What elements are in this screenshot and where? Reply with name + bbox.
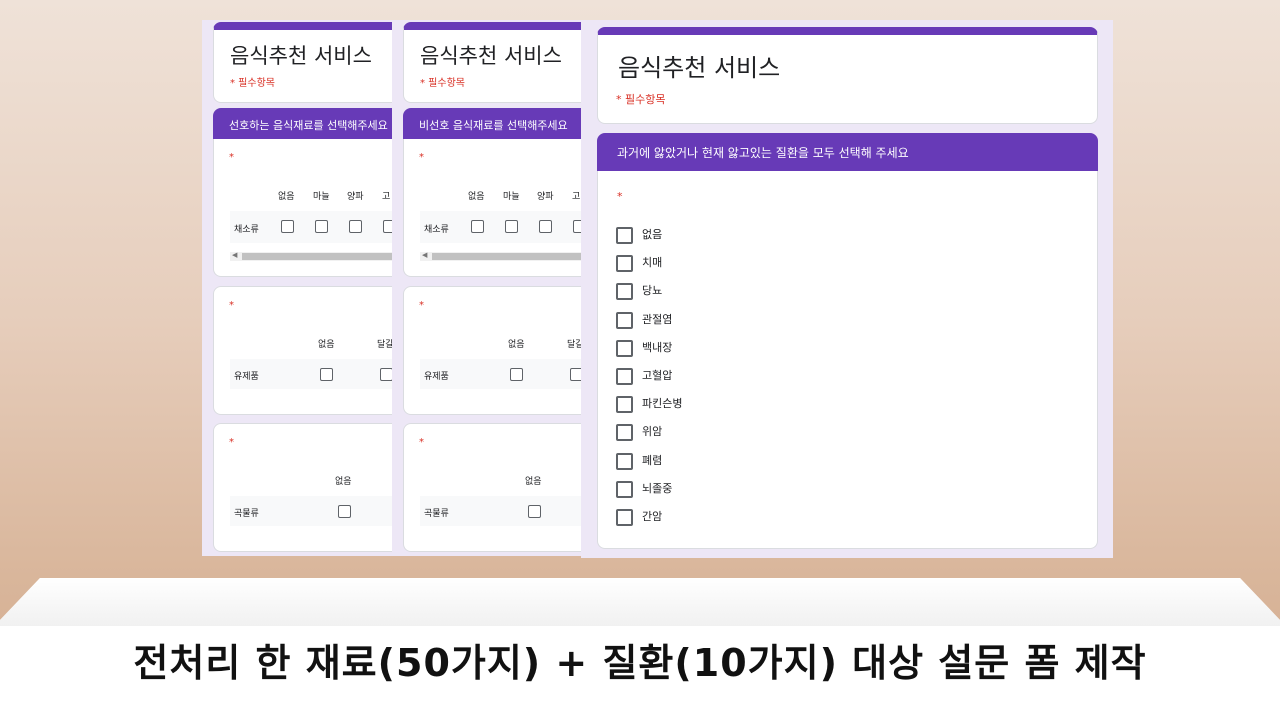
form-title-card: 음식추천 서비스 * 필수항목 [213,22,392,103]
section-header: 과거에 앓았거나 현재 앓고있는 질환을 모두 선택해 주세요 [597,133,1098,171]
grid-checkbox[interactable] [528,505,541,518]
scrollbar-thumb[interactable] [432,253,582,260]
column-label: 마늘 [313,192,330,202]
required-star: * [229,152,234,163]
required-star: * [419,300,424,311]
section-header: 비선호 음식재료를 선택해주세요 [403,108,582,139]
section-header: 선호하는 음식재료를 선택해주세요 [213,108,392,139]
column-label: 고 [572,192,581,202]
column-label: 없음 [278,192,295,202]
scroll-left-arrow-icon[interactable]: ◀ [422,251,427,259]
column-label: 없음 [508,340,525,350]
checkbox-label: 백내장 [642,340,673,354]
column-label: 달걀 [377,340,392,350]
form-title: 음식추천 서비스 [420,44,562,68]
question-card-grains: * 없음 곡물류 [213,423,392,552]
required-star: * [419,437,424,448]
checkbox-label: 없음 [642,228,663,241]
grid-checkbox[interactable] [510,368,523,381]
form-screenshot-preferred: 음식추천 서비스 * 필수항목 선호하는 음식재료를 선택해주세요 * 없음 마… [202,20,392,556]
column-label: 고 [382,192,391,202]
checkbox-label: 당뇨 [642,284,663,298]
required-note: * 필수항목 [616,93,666,106]
row-label: 채소류 [234,225,259,235]
grid-checkbox[interactable] [539,220,552,233]
checkbox[interactable] [616,480,633,498]
row-label: 곡물류 [234,509,259,519]
checkbox-label: 위암 [642,425,663,439]
grid-checkbox[interactable] [349,220,362,233]
column-label: 마늘 [503,192,520,202]
section-title: 선호하는 음식재료를 선택해주세요 [229,119,388,132]
column-label: 양파 [347,192,364,202]
grid-checkbox[interactable] [380,368,392,381]
required-star: * [419,152,424,163]
form-screenshot-nonpreferred: 음식추천 서비스 * 필수항목 비선호 음식재료를 선택해주세요 * 없음 마늘… [392,20,582,556]
checkbox-label: 폐렴 [642,453,663,467]
checkbox[interactable] [616,424,633,442]
column-label: 없음 [318,340,335,350]
horizontal-scrollbar[interactable]: ◀ [230,251,392,261]
column-label: 없음 [525,477,542,487]
checkbox[interactable] [616,311,633,329]
checkbox[interactable] [616,283,633,301]
grid-checkbox[interactable] [315,220,328,233]
checkbox-label: 파킨슨병 [642,397,683,411]
checkbox[interactable] [616,227,633,244]
required-star: * [229,300,234,311]
checkbox-label: 뇌졸중 [642,481,673,495]
grid-checkbox[interactable] [505,220,518,233]
question-card-dairy: * 없음 달걀 유제품 [213,286,392,415]
form-title: 음식추천 서비스 [230,44,372,68]
form-title: 음식추천 서비스 [618,54,781,82]
question-card-grains: * 없음 곡물류 [403,423,582,552]
form-screenshot-diseases: 음식추천 서비스 * 필수항목 과거에 앓았거나 현재 앓고있는 질환을 모두 … [581,20,1113,558]
required-note: * 필수항목 [420,78,465,89]
checkbox[interactable] [616,452,633,470]
slide-caption: 전처리 한 재료(50가지) + 질환(10가지) 대상 설문 폼 제작 [133,641,1147,685]
question-card-diseases: * 없음치매당뇨관절염백내장고혈압파킨슨병위암폐렴뇌졸중간암 [597,171,1098,549]
scroll-left-arrow-icon[interactable]: ◀ [232,251,237,259]
checkbox-label: 치매 [642,256,663,270]
checkbox-label: 관절염 [642,312,673,326]
checkbox[interactable] [616,255,633,273]
section-title: 과거에 앓았거나 현재 앓고있는 질환을 모두 선택해 주세요 [617,146,909,160]
required-note: * 필수항목 [230,78,275,89]
grid-checkbox[interactable] [338,505,351,518]
checkbox[interactable] [616,509,633,526]
scrollbar-thumb[interactable] [242,253,392,260]
row-label: 채소류 [424,225,449,235]
section-title: 비선호 음식재료를 선택해주세요 [419,119,568,132]
grid-checkbox[interactable] [281,220,294,233]
checkbox[interactable] [616,339,633,357]
column-label: 양파 [537,192,554,202]
checkbox[interactable] [616,368,633,385]
checkbox[interactable] [616,396,633,414]
column-label: 없음 [468,192,485,202]
required-star: * [229,437,234,448]
grid-checkbox[interactable] [471,220,484,233]
form-title-card: 음식추천 서비스 * 필수항목 [403,22,582,103]
required-star: * [617,190,623,203]
grid-checkbox[interactable] [383,220,392,233]
question-card-vegetables: * 없음 마늘 양파 고 채소류 ◀ [403,139,582,277]
checkbox-label: 고혈압 [642,369,673,382]
form-title-card: 음식추천 서비스 * 필수항목 [597,27,1098,124]
question-card-dairy: * 없음 달걀 유제품 [403,286,582,415]
row-label: 곡물류 [424,509,449,519]
row-label: 유제품 [234,372,259,382]
column-label: 달걀 [567,340,582,350]
row-label: 유제품 [424,372,449,382]
horizontal-scrollbar[interactable]: ◀ [420,251,582,261]
grid-checkbox[interactable] [320,368,333,381]
column-label: 없음 [335,477,352,487]
question-card-vegetables: * 없음 마늘 양파 고 채소류 ◀ [213,139,392,277]
checkbox-label: 간암 [642,510,663,523]
